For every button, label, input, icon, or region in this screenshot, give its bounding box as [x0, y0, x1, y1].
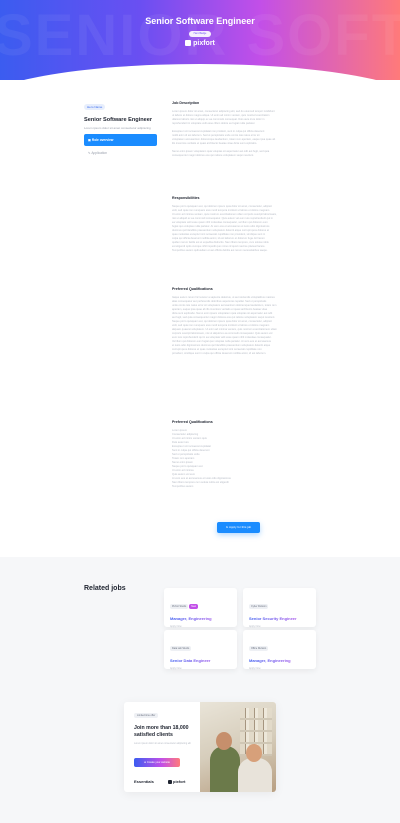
apply-button[interactable]: ➤ Apply for this job [217, 522, 260, 533]
job-card-meta: Apply Now [249, 667, 261, 670]
sidebar-item-label: Role overview [91, 138, 114, 142]
create-website-label: Create your website [146, 761, 170, 764]
job-sidebar: Hero Name Senior Software Engineer Lorem… [84, 95, 157, 158]
pixfort-logo-icon [168, 779, 172, 784]
pixfort-logo-text: pixfort [173, 779, 186, 784]
job-card-tag: Data Lab Studio [170, 646, 192, 651]
job-card-title[interactable]: Senior Security Engineer [249, 616, 310, 621]
job-card-tag: Office Division [249, 646, 269, 651]
paragraph-line: Temporibus autem [172, 485, 194, 488]
section-responsibilities: Responsibilities Neque porro quisquam es… [172, 196, 317, 253]
pixfort-logo: pixfort [168, 779, 185, 784]
hero-banner: SENIOR SOFTWARE Senior Software Engineer… [0, 0, 400, 80]
job-card-meta: Apply Now [249, 625, 261, 628]
job-card-title[interactable]: Manager, Engineering [249, 658, 310, 663]
sidebar-title: Senior Software Engineer [84, 117, 153, 123]
job-card-title[interactable]: Senior Data Engineer [170, 658, 231, 663]
job-card-meta: Apply Now [170, 625, 182, 628]
sidebar-item-label: Application [91, 151, 107, 155]
sidebar-item-role-overview[interactable]: ▣ Role overview [84, 134, 157, 146]
job-card[interactable]: Cyber Division Senior Security Engineer … [243, 588, 316, 628]
promo-card: Limited time offer Join more than 18,000… [124, 702, 276, 792]
section-title: Job Description [172, 101, 200, 105]
sidebar-item-application[interactable]: ✎ Application [84, 148, 157, 158]
person-image [238, 758, 272, 792]
section-title: Responsibilities [172, 196, 200, 200]
section-job-description: Job Description Lorem ipsum dolor sit am… [172, 101, 317, 158]
hero-logo-text: pixfort [193, 40, 215, 47]
job-card-meta: Apply Now [170, 667, 182, 670]
job-card[interactable]: Office Division Manager, Engineering App… [243, 630, 316, 670]
section-preferred-qualifications-list: Preferred Qualifications Lorem ipsum Cons… [172, 420, 317, 489]
pixfort-logo-icon [185, 40, 192, 46]
apply-button-label: Apply for this job [229, 525, 252, 529]
hero-badge: Hero Badge [189, 31, 211, 37]
job-card[interactable]: Data Lab Studio Senior Data Engineer App… [164, 630, 237, 670]
sidebar-description: Lorem ipsum dolor sit amet consectetur a… [84, 126, 151, 130]
promo-title: Join more than 18,000 satisfied clients [134, 725, 189, 738]
hero-title: Senior Software Engineer [145, 16, 255, 26]
essentials-logo: Essentials [134, 779, 154, 784]
job-card-new-badge: New [189, 604, 199, 609]
promo-badge: Limited time offer [134, 713, 159, 718]
section-title: Preferred Qualifications [172, 287, 213, 291]
promo-photo [200, 702, 276, 792]
job-card-tag: Pixfort Studio [170, 604, 189, 609]
person-head-image [216, 732, 232, 750]
hero-logo[interactable]: pixfort [0, 40, 400, 47]
job-card-tag: Cyber Division [249, 604, 269, 609]
paragraph-line: Temporibus autem quibusdam et aut offici… [172, 249, 268, 252]
person-image [210, 746, 240, 792]
paragraph-line: consequuntur magni dolores eos qui ratio… [172, 154, 254, 157]
sidebar-tag: Hero Name [84, 104, 106, 110]
section-preferred-qualifications: Preferred Qualifications Itaque earum re… [172, 287, 317, 356]
paragraph-line: provident, similique sunt in culpa qui o… [172, 352, 267, 355]
person-head-image [246, 744, 262, 762]
section-title: Preferred Qualifications [172, 420, 213, 424]
promo-subtitle: Lorem ipsum dolor sit amet consectetur a… [134, 742, 191, 745]
create-website-button[interactable]: ⊕ Create your website [134, 758, 180, 767]
related-jobs-title: Related jobs [84, 585, 126, 592]
job-card[interactable]: Pixfort Studio New Manager, Engineering A… [164, 588, 237, 628]
job-card-title[interactable]: Manager, Engineering [170, 616, 231, 621]
